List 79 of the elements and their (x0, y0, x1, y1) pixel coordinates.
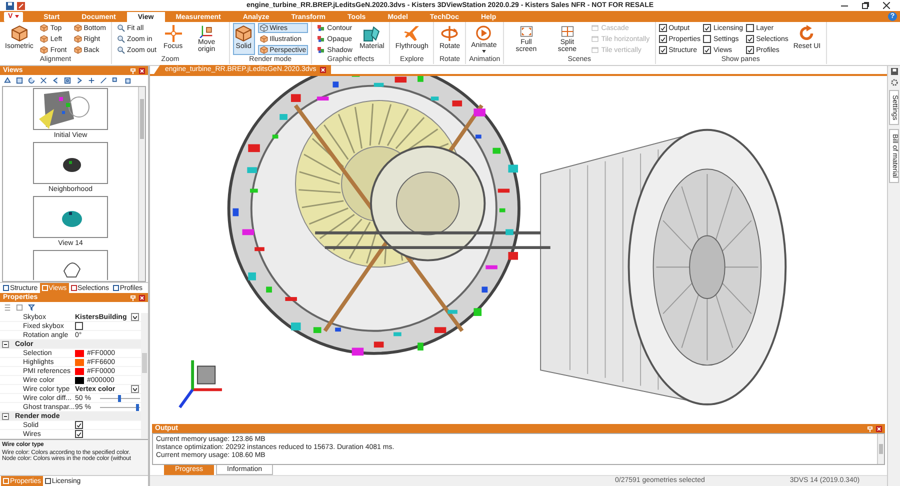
shading-icon (317, 46, 326, 54)
checkbox[interactable] (703, 35, 712, 43)
view-thumbnail[interactable] (33, 142, 108, 184)
collapse-icon[interactable] (2, 412, 9, 420)
shading-icon (317, 24, 326, 32)
checkbox[interactable] (746, 46, 754, 54)
scrollbar[interactable] (877, 434, 884, 464)
view-tool-icon[interactable] (52, 77, 59, 84)
magnifier-icon (116, 24, 125, 32)
cube-icon (10, 25, 28, 42)
restore-icon[interactable] (862, 2, 869, 9)
cube-icon (74, 46, 82, 54)
shading-icon (317, 35, 326, 43)
save-icon[interactable] (6, 2, 14, 10)
tab-icon (112, 285, 119, 291)
window-icon (591, 35, 600, 43)
pin-icon[interactable] (130, 68, 136, 74)
checkbox[interactable] (703, 46, 712, 54)
edit-icon[interactable] (17, 2, 25, 10)
airplane-icon (403, 25, 420, 42)
scrollbar[interactable] (141, 313, 148, 439)
window-icon (591, 46, 600, 54)
cube-icon (260, 35, 268, 43)
slider-thumb[interactable] (118, 394, 121, 402)
cube-icon (40, 46, 48, 54)
play-icon (475, 25, 492, 42)
color-swatch[interactable] (75, 358, 84, 366)
split-screen-icon (558, 25, 576, 38)
reset-icon (798, 25, 816, 42)
checkbox[interactable] (658, 46, 667, 54)
cube-icon (74, 35, 82, 43)
material-icon (363, 25, 380, 42)
view-tool-icon[interactable] (76, 77, 83, 84)
checkbox[interactable] (75, 421, 83, 429)
dropdown-button[interactable] (131, 313, 139, 321)
axis-triad-drawing (178, 360, 222, 408)
view-tool-icon[interactable] (40, 77, 47, 84)
checkbox[interactable] (746, 35, 754, 43)
settings-icon[interactable] (890, 79, 898, 86)
cube-icon (260, 46, 268, 54)
dropdown-button[interactable] (131, 385, 139, 393)
slider-thumb[interactable] (136, 404, 139, 410)
view-thumbnail[interactable] (33, 88, 108, 130)
tab-icon (3, 285, 9, 291)
collapse-icon[interactable] (2, 340, 9, 348)
checkbox[interactable] (75, 430, 83, 438)
view-thumbnail[interactable] (33, 250, 108, 280)
scrollbar[interactable] (138, 87, 145, 281)
tab-icon (44, 478, 51, 484)
save-icon[interactable] (890, 68, 898, 75)
fullscreen-icon (518, 25, 535, 38)
view-tool-icon[interactable] (88, 77, 95, 84)
close-icon[interactable] (883, 2, 890, 9)
checkbox[interactable] (746, 24, 754, 32)
pin-icon[interactable] (130, 294, 136, 300)
rotate-icon (441, 25, 458, 42)
color-swatch[interactable] (75, 376, 84, 384)
magnifier-icon (116, 35, 125, 43)
filter-icon[interactable] (28, 304, 35, 311)
magnifier-icon (116, 46, 125, 54)
color-swatch[interactable] (75, 368, 84, 374)
wireframe-cube-icon (260, 24, 268, 32)
cube-icon (40, 35, 48, 43)
checkbox[interactable] (658, 24, 667, 32)
checkbox[interactable] (658, 35, 667, 43)
cube-icon (74, 24, 82, 32)
tab-icon (3, 478, 9, 484)
tab-icon (70, 285, 77, 291)
checkbox[interactable] (703, 24, 712, 32)
view-thumbnail[interactable] (33, 196, 108, 238)
pin-icon[interactable] (867, 426, 873, 432)
caret-icon (14, 15, 19, 18)
color-swatch[interactable] (75, 350, 84, 356)
tab-icon (42, 285, 48, 291)
checkbox[interactable] (75, 322, 83, 330)
cube-icon (235, 25, 252, 42)
crosshair-icon (164, 25, 182, 42)
cube-icon (40, 24, 48, 32)
view-tool-icon[interactable] (64, 77, 71, 84)
